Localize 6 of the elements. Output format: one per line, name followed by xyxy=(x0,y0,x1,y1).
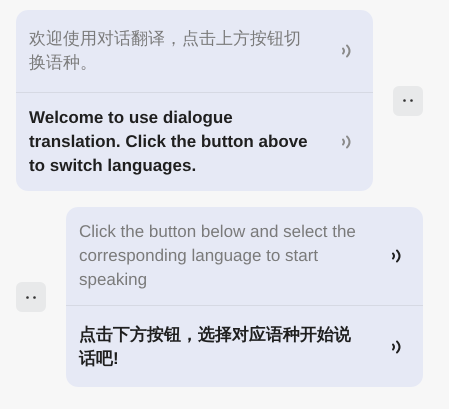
source-text: Click the button below and select the corresponding language to start speaking xyxy=(79,221,357,291)
dots-icon xyxy=(403,99,413,102)
dots-icon xyxy=(26,296,36,298)
translation-text: Welcome to use dialogue translation. Click the button above to switch languages. xyxy=(29,107,309,177)
source-text: 欢迎使用对话翻译，点击上方按钮切换语种。 xyxy=(29,28,302,74)
translation-text: 点击下方按钮，选择对应语种开始说话吧! xyxy=(79,324,352,370)
